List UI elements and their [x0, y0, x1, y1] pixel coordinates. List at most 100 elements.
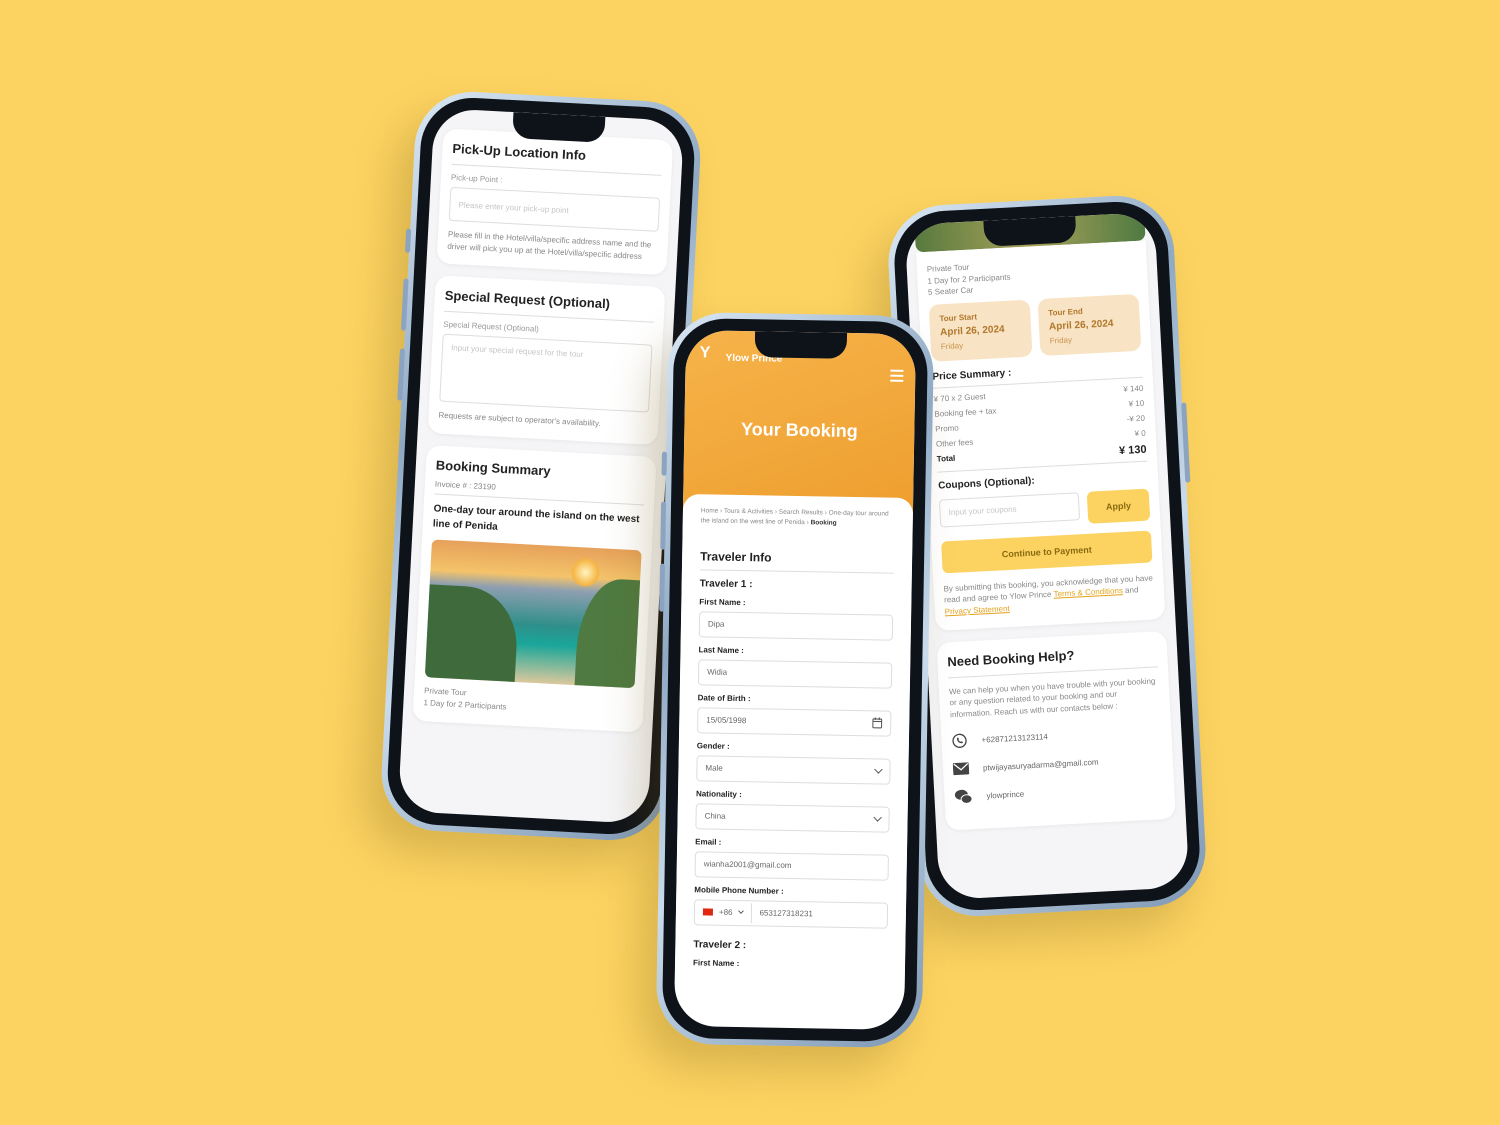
pickup-title: Pick-Up Location Info — [451, 140, 663, 176]
breadcrumb-path[interactable]: Home › Tours & Activities › Search Resul… — [701, 507, 889, 526]
first-name-label: First Name : — [699, 597, 746, 607]
special-request-title: Special Request (Optional) — [443, 287, 655, 323]
terms-and: and — [1122, 585, 1139, 596]
dob-label: Date of Birth : — [697, 693, 751, 704]
first-name-input[interactable]: Dipa — [698, 611, 894, 641]
terms-text: By submitting this booking, you acknowle… — [943, 572, 1155, 618]
contact-email-text: ptwijayasuryadarma@gmail.com — [982, 757, 1099, 773]
booking-help-title: Need Booking Help? — [946, 642, 1158, 678]
tour-end-label: Tour End — [1048, 306, 1083, 318]
guest-label: ¥ 70 x 2 Guest — [933, 391, 986, 404]
phone-value: 653127318231 — [759, 908, 813, 919]
coupon-placeholder: Input your coupons — [948, 504, 1017, 518]
phone-input[interactable]: +86 653127318231 — [693, 899, 889, 929]
pickup-placeholder: Please enter your pick-up point — [458, 199, 569, 215]
other-value: ¥ 0 — [1134, 428, 1146, 439]
tour-start-day: Friday — [940, 340, 964, 352]
chevron-down-icon — [874, 765, 883, 774]
logo-icon: Y — [699, 344, 711, 362]
breadcrumb-current: Booking — [810, 519, 837, 528]
calendar-icon[interactable] — [872, 717, 883, 729]
notch — [754, 331, 848, 359]
tour-start-label: Tour Start — [939, 312, 978, 324]
special-request-card: Special Request (Optional) Special Reque… — [427, 275, 666, 445]
booking-help-card: Need Booking Help? We can help you when … — [936, 630, 1176, 831]
china-flag-icon — [702, 908, 713, 916]
notch — [983, 216, 1077, 247]
booking-help-text: We can help you when you have trouble wi… — [948, 676, 1156, 720]
nationality-label: Nationality : — [695, 789, 742, 799]
invoice-label: Invoice # : — [434, 479, 472, 491]
phone-center: Y Ylow Prince Your Booking Home › Tours … — [655, 311, 935, 1049]
pickup-note: Please fill in the Hotel/villa/specific … — [447, 229, 652, 261]
contact-phone[interactable]: +62871213123114 — [951, 723, 1162, 750]
divider — [750, 903, 752, 924]
tour-start-date: April 26, 2024 — [939, 323, 1005, 339]
menu-icon[interactable] — [890, 369, 904, 382]
traveler-info-title: Traveler Info — [699, 549, 895, 574]
page-title: Your Booking — [740, 419, 858, 442]
gender-label: Gender : — [696, 741, 730, 751]
chevron-down-icon — [873, 813, 882, 822]
whatsapp-icon — [952, 734, 967, 749]
chevron-down-icon — [737, 908, 744, 915]
continue-to-payment-button[interactable]: Continue to Payment — [941, 530, 1153, 574]
fee-label: Booking fee + tax — [934, 406, 997, 419]
phone-right: Private Tour 1 Day for 2 Participants 5 … — [885, 193, 1209, 919]
guest-value: ¥ 140 — [1123, 383, 1144, 394]
last-name-input[interactable]: Widia — [697, 659, 893, 689]
traveler-2-title: Traveler 2 : — [693, 939, 747, 951]
phone-label: Mobile Phone Number : — [694, 885, 784, 896]
contact-wechat-text: ylowprince — [986, 789, 1025, 801]
first-name-value: Dipa — [707, 619, 725, 630]
contact-email[interactable]: ptwijayasuryadarma@gmail.com — [952, 752, 1163, 777]
email-label: Email : — [695, 837, 722, 847]
tour-end-card: Tour End April 26, 2024 Friday — [1037, 293, 1142, 356]
last-name-value: Widia — [707, 667, 728, 678]
notch — [512, 112, 606, 143]
breadcrumb: Home › Tours & Activities › Search Resul… — [701, 506, 895, 530]
coupon-input[interactable]: Input your coupons — [938, 492, 1081, 528]
email-input[interactable]: wianha2001@gmail.com — [694, 851, 889, 881]
apply-button[interactable]: Apply — [1086, 488, 1151, 524]
fee-value: ¥ 10 — [1128, 398, 1145, 409]
price-row-total: Total ¥ 130 — [936, 443, 1148, 473]
tour-title: One-day tour around the island on the we… — [432, 503, 640, 533]
phone-left: Pick-Up Location Info Pick-up Point : Pl… — [378, 89, 704, 843]
total-label: Total — [936, 453, 956, 464]
last-name-label: Last Name : — [698, 645, 744, 655]
tour-image — [424, 539, 642, 689]
first-name-label-2: First Name : — [692, 958, 740, 968]
promo-label: Promo — [934, 423, 959, 434]
contact-wechat[interactable]: ylowprince — [954, 779, 1165, 806]
trip-details-card: Private Tour 1 Day for 2 Participants 5 … — [915, 240, 1166, 631]
other-label: Other fees — [935, 437, 974, 449]
booking-summary-card: Booking Summary Invoice # : 23190 One-da… — [412, 444, 657, 733]
terms-link[interactable]: Terms & Conditions — [1053, 586, 1123, 599]
tour-end-date: April 26, 2024 — [1048, 317, 1114, 333]
dob-input[interactable]: 15/05/1998 — [697, 707, 892, 737]
gender-select[interactable]: Male — [696, 755, 891, 785]
contact-phone-text: +62871213123114 — [981, 732, 1049, 745]
email-value: wianha2001@gmail.com — [703, 859, 792, 871]
dob-value: 15/05/1998 — [706, 715, 747, 726]
nationality-value: China — [704, 811, 726, 822]
coupons-title: Coupons (Optional): — [937, 475, 1035, 492]
invoice-number: 23190 — [473, 481, 497, 492]
gender-value: Male — [705, 763, 723, 774]
special-request-note: Requests are subject to operator's avail… — [438, 410, 601, 429]
promo-value: -¥ 20 — [1126, 413, 1146, 424]
privacy-link[interactable]: Privacy Statement — [945, 604, 1010, 616]
special-request-textarea[interactable]: Input your special request for the tour — [439, 333, 653, 413]
phone-code[interactable]: +86 — [719, 908, 733, 917]
tour-end-day: Friday — [1049, 335, 1073, 346]
pickup-input[interactable]: Please enter your pick-up point — [448, 186, 661, 232]
mail-icon — [952, 762, 970, 776]
tour-start-card: Tour Start April 26, 2024 Friday — [928, 299, 1033, 362]
special-request-placeholder: Input your special request for the tour — [450, 343, 584, 360]
pickup-card: Pick-Up Location Info Pick-up Point : Pl… — [436, 128, 674, 276]
traveler-1-title: Traveler 1 : — [699, 578, 753, 591]
nationality-select[interactable]: China — [695, 803, 890, 833]
total-value: ¥ 130 — [1118, 443, 1147, 457]
wechat-icon — [954, 790, 973, 805]
